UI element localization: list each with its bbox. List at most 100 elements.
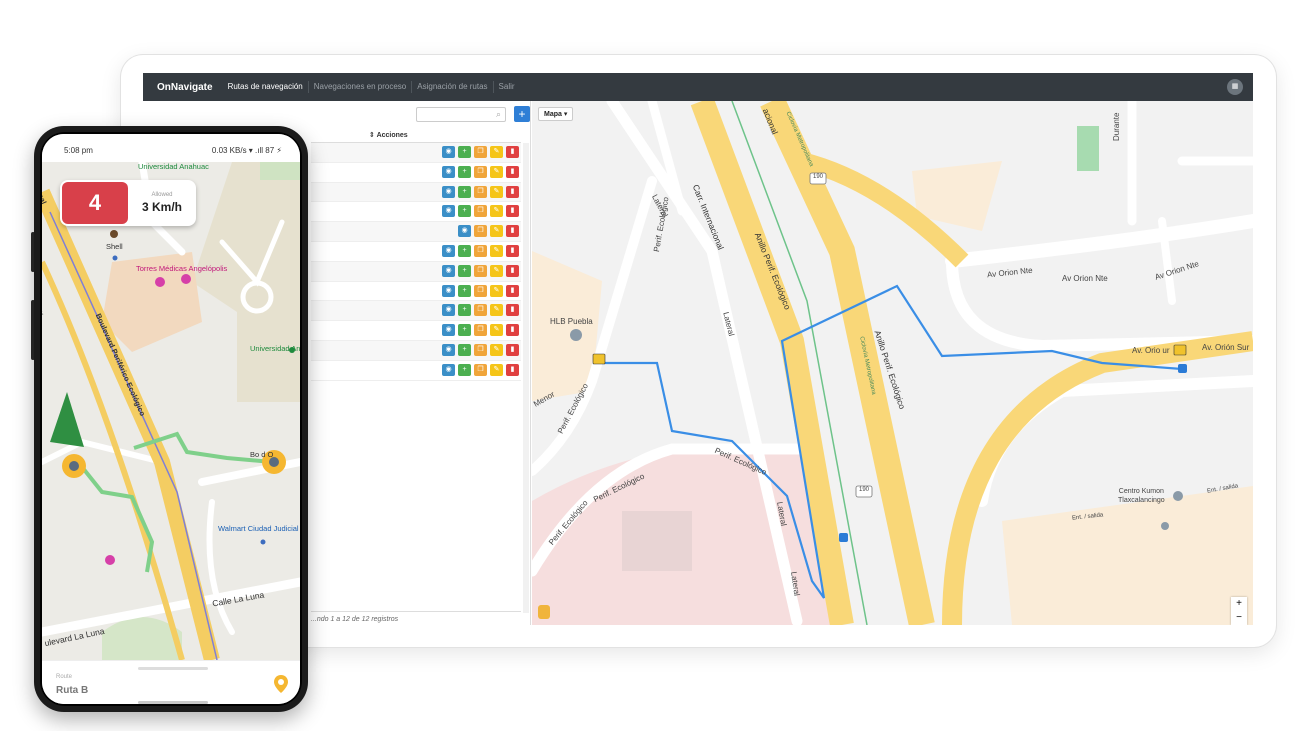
eye-button[interactable]: ◉ (442, 343, 455, 356)
eye-button[interactable]: ◉ (442, 304, 455, 317)
route-start-marker[interactable] (592, 353, 606, 365)
copy-button[interactable]: ❐ (474, 324, 487, 337)
user-menu-icon[interactable]: ▦ (1227, 79, 1243, 95)
delete-button[interactable]: ▮ (506, 185, 519, 198)
copy-button[interactable]: ❐ (474, 185, 487, 198)
edit-button[interactable]: ✎ (490, 225, 503, 238)
plus-button[interactable]: + (458, 146, 471, 158)
info-icon[interactable] (1161, 522, 1169, 530)
delete-button[interactable]: ▮ (506, 304, 519, 317)
plus-button[interactable]: + (458, 205, 471, 218)
sheet-drag-handle[interactable] (138, 667, 208, 670)
copy-button[interactable]: ❐ (474, 205, 487, 218)
delete-button[interactable]: ▮ (506, 225, 519, 238)
delete-button[interactable]: ▮ (506, 264, 519, 277)
delete-button[interactable]: ▮ (506, 363, 519, 376)
edit-button[interactable]: ✎ (490, 185, 503, 198)
poi-label-univ-an: Universidad An (250, 344, 300, 353)
copy-button[interactable]: ❐ (474, 264, 487, 277)
eye-button[interactable]: ◉ (442, 284, 455, 297)
row-actions: ◉ + ❐ ✎ ▮ (442, 165, 519, 178)
plus-button[interactable]: + (458, 343, 471, 356)
eye-button[interactable]: ◉ (442, 264, 455, 277)
eye-button[interactable]: ◉ (442, 363, 455, 376)
plus-button[interactable]: + (458, 185, 471, 198)
table-row: ◉ + ❐ ✎ ▮ (311, 242, 521, 262)
map-type-button[interactable]: Mapa ▾ (538, 107, 574, 121)
copy-button[interactable]: ❐ (474, 146, 487, 158)
edit-button[interactable]: ✎ (490, 343, 503, 356)
zoom-out-button[interactable]: − (1231, 611, 1247, 625)
actions-column-header[interactable]: ⇕ Acciones (311, 129, 521, 143)
copy-button[interactable]: ❐ (474, 343, 487, 356)
table-row: ◉ + ❐ ✎ ▮ (311, 340, 521, 361)
brand-logo[interactable]: OnNavigate (157, 82, 213, 93)
eye-button[interactable]: ◉ (442, 244, 455, 257)
nav-rutas-navegacion[interactable]: Rutas de navegación (223, 81, 308, 93)
phone-map-canvas (42, 162, 300, 660)
waypoint-marker-core (69, 461, 79, 471)
poi-icon-hlb[interactable] (570, 329, 582, 341)
add-route-button[interactable]: + (514, 106, 530, 122)
delete-button[interactable]: ▮ (506, 284, 519, 297)
delete-button[interactable]: ▮ (506, 244, 519, 257)
delete-button[interactable]: ▮ (506, 146, 519, 158)
map-label-hlb-puebla: HLB Puebla (550, 317, 593, 326)
plus-button[interactable]: + (458, 304, 471, 317)
search-input[interactable]: ⌕ (416, 107, 506, 122)
nav-asignacion-rutas[interactable]: Asignación de rutas (411, 81, 492, 93)
current-speed-value: 3 Km/h (141, 200, 182, 214)
edit-button[interactable]: ✎ (490, 284, 503, 297)
plus-button[interactable]: + (458, 244, 471, 257)
bus-stop-icon[interactable] (1178, 364, 1187, 373)
delete-button[interactable]: ▮ (506, 324, 519, 337)
bus-stop-icon[interactable] (839, 533, 848, 542)
table-row: ◉ + ❐ ✎ ▮ (311, 261, 521, 282)
delete-button[interactable]: ▮ (506, 343, 519, 356)
plus-button[interactable]: + (458, 324, 471, 337)
copy-button[interactable]: ❐ (474, 225, 487, 238)
map-label-orion-nte-2: Av Orion Nte (1062, 274, 1108, 283)
copy-button[interactable]: ❐ (474, 165, 487, 178)
delete-button[interactable]: ▮ (506, 165, 519, 178)
nav-navegaciones-proceso[interactable]: Navegaciones en proceso (307, 81, 412, 93)
plus-button[interactable]: + (458, 284, 471, 297)
table-scrollbar[interactable] (523, 143, 529, 613)
edit-button[interactable]: ✎ (490, 205, 503, 218)
row-actions: ◉ + ❐ ✎ ▮ (442, 205, 519, 218)
eye-button[interactable]: ◉ (442, 165, 455, 178)
row-actions: ◉ + ❐ ✎ ▮ (442, 264, 519, 277)
plus-button[interactable]: + (458, 363, 471, 376)
street-view-pegman-icon[interactable] (538, 605, 550, 619)
copy-button[interactable]: ❐ (474, 304, 487, 317)
edit-button[interactable]: ✎ (490, 244, 503, 257)
edit-button[interactable]: ✎ (490, 363, 503, 376)
plus-button[interactable]: + (458, 264, 471, 277)
phone-navigation-map[interactable]: 4 Allowed 3 Km/h Universidad Anahuac She… (42, 162, 300, 660)
eye-button[interactable]: ◉ (442, 146, 455, 158)
eye-button[interactable]: ◉ (442, 185, 455, 198)
nav-salir[interactable]: Salir (492, 81, 520, 93)
hwy-190-label-2: 190 (859, 487, 870, 493)
eye-button[interactable]: ◉ (442, 205, 455, 218)
route-end-marker[interactable] (1173, 344, 1187, 356)
eye-button[interactable]: ◉ (442, 324, 455, 337)
edit-button[interactable]: ✎ (490, 165, 503, 178)
phone-screen: 5:08 pm 0.03 KB/s ▾ .ıll 87 ⚡ 4 Allowed … (42, 134, 300, 704)
desktop-map[interactable]: 190 190 Carr. Internacional acional Anil… (532, 101, 1253, 625)
plus-button[interactable]: + (458, 165, 471, 178)
edit-button[interactable]: ✎ (490, 324, 503, 337)
copy-button[interactable]: ❐ (474, 363, 487, 376)
poi-icon-kumon[interactable] (1173, 491, 1183, 501)
edit-button[interactable]: ✎ (490, 264, 503, 277)
copy-button[interactable]: ❐ (474, 244, 487, 257)
map-block-beige (1002, 486, 1253, 625)
zoom-in-button[interactable]: + (1231, 597, 1247, 611)
edit-button[interactable]: ✎ (490, 304, 503, 317)
location-pin-icon[interactable] (274, 675, 288, 693)
eye-button[interactable]: ◉ (458, 225, 471, 238)
route-bottom-sheet[interactable]: Route Ruta B (42, 660, 300, 704)
delete-button[interactable]: ▮ (506, 205, 519, 218)
copy-button[interactable]: ❐ (474, 284, 487, 297)
edit-button[interactable]: ✎ (490, 146, 503, 158)
